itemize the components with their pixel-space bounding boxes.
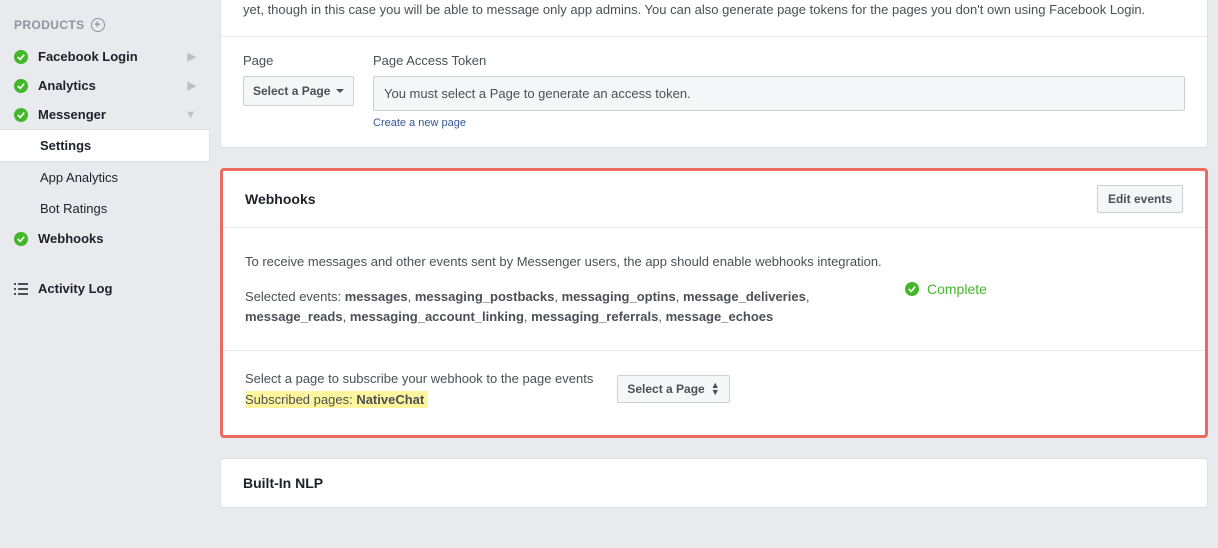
check-icon [14,50,28,64]
chevron-right-icon: ▶ [188,79,196,92]
webhooks-status-label: Complete [927,281,987,297]
sidebar-item-label: Facebook Login [38,49,188,64]
select-page-subscribe-dropdown[interactable]: Select a Page ▲▼ [617,375,729,403]
sidebar-item-messenger[interactable]: Messenger ▼ [0,100,210,129]
webhooks-description: To receive messages and other events sen… [245,252,885,272]
subscribe-instruction: Select a page to subscribe your webhook … [245,371,593,386]
products-heading-label: PRODUCTS [14,18,85,32]
sidebar-sub-app-analytics[interactable]: App Analytics [0,162,210,193]
sidebar-item-label: Analytics [38,78,188,93]
create-new-page-link[interactable]: Create a new page [373,117,1185,129]
sidebar: PRODUCTS + Facebook Login ▶ Analytics ▶ … [0,0,210,548]
panel-page-token: yet, though in this case you will be abl… [220,0,1208,148]
select-page-label: Select a Page [253,84,330,98]
select-page-dropdown[interactable]: Select a Page [243,76,354,106]
token-label: Page Access Token [373,53,1185,68]
page-token-intro: yet, though in this case you will be abl… [221,0,1207,36]
check-icon [14,79,28,93]
chevron-down-icon: ▼ [185,109,196,121]
sidebar-item-analytics[interactable]: Analytics ▶ [0,71,210,100]
sidebar-activity-log[interactable]: Activity Log [0,271,210,306]
subscribed-pages: Subscribed pages: NativeChat [245,391,428,408]
panel-webhooks: Webhooks Edit events To receive messages… [220,168,1208,439]
webhooks-status: Complete [905,281,987,297]
selected-events-label: Selected events: [245,289,341,304]
sidebar-item-facebook-login[interactable]: Facebook Login ▶ [0,42,210,71]
nlp-title: Built-In NLP [221,459,1207,507]
page-label: Page [243,53,355,68]
check-icon [14,108,28,122]
products-heading: PRODUCTS + [0,18,210,42]
webhooks-title: Webhooks [245,191,1097,207]
chevron-right-icon: ▶ [188,50,196,63]
caret-down-icon [336,89,344,93]
subscribed-page-name: NativeChat [356,392,424,407]
check-icon [905,282,919,296]
sidebar-item-label: Messenger [38,107,185,122]
activity-log-icon [14,283,28,295]
sidebar-item-label: Activity Log [38,281,112,296]
panel-nlp: Built-In NLP [220,458,1208,508]
sort-icon: ▲▼ [711,382,720,396]
sidebar-sub-settings[interactable]: Settings [0,129,210,162]
sidebar-item-label: Webhooks [38,231,196,246]
sidebar-sub-bot-ratings[interactable]: Bot Ratings [0,193,210,224]
sidebar-item-webhooks[interactable]: Webhooks [0,224,210,253]
selected-events: Selected events: messages, messaging_pos… [245,287,885,326]
check-icon [14,232,28,246]
subscribed-pages-label: Subscribed pages: [245,392,353,407]
plus-icon[interactable]: + [91,18,105,32]
token-field: You must select a Page to generate an ac… [373,76,1185,111]
edit-events-button[interactable]: Edit events [1097,185,1183,213]
main-content: yet, though in this case you will be abl… [210,0,1218,548]
